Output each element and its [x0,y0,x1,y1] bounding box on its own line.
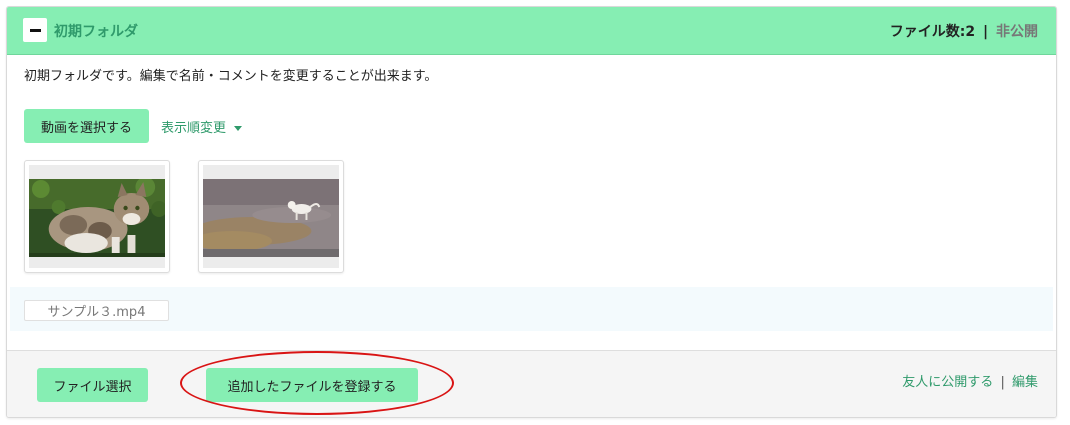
video-thumbnail[interactable] [198,160,344,273]
folder-footer: ファイル選択 追加したファイルを登録する 友人に公開する | 編集 [7,350,1056,417]
folder-description: 初期フォルダです。編集で名前・コメントを変更することが出来ます。 [24,69,438,84]
file-count: ファイル数:2 [889,24,976,40]
footer-links: 友人に公開する | 編集 [902,371,1038,390]
edit-link[interactable]: 編集 [1012,375,1038,390]
meta-separator: | [983,24,989,40]
cat-walking-image [203,179,339,257]
thumbnail-frame [203,165,339,268]
select-video-button[interactable]: 動画を選択する [24,109,149,143]
folder-meta: ファイル数:2 | 非公開 [890,21,1038,41]
sort-order-dropdown[interactable]: 表示順変更 [161,117,243,136]
register-files-button[interactable]: 追加したファイルを登録する [206,368,418,402]
pending-file-chip[interactable]: サンプル３.mp4 [24,300,169,321]
file-select-button[interactable]: ファイル選択 [37,368,148,402]
visibility-status: 非公開 [996,24,1038,40]
share-with-friends-link[interactable]: 友人に公開する [902,375,993,390]
collapse-button[interactable] [23,18,47,42]
folder-title: 初期フォルダ [54,24,138,40]
video-thumbnail[interactable] [24,160,170,273]
cat-photo-image [29,179,165,257]
link-separator: | [1000,375,1005,390]
caret-down-icon [234,126,243,131]
minus-icon [29,28,41,32]
thumbnail-frame [29,165,165,268]
upload-queue: サンプル３.mp4 [10,287,1053,331]
sort-order-label: 表示順変更 [161,121,227,136]
folder-panel: 初期フォルダ ファイル数:2 | 非公開 初期フォルダです。編集で名前・コメント… [6,6,1057,418]
folder-header: 初期フォルダ ファイル数:2 | 非公開 [7,7,1056,55]
